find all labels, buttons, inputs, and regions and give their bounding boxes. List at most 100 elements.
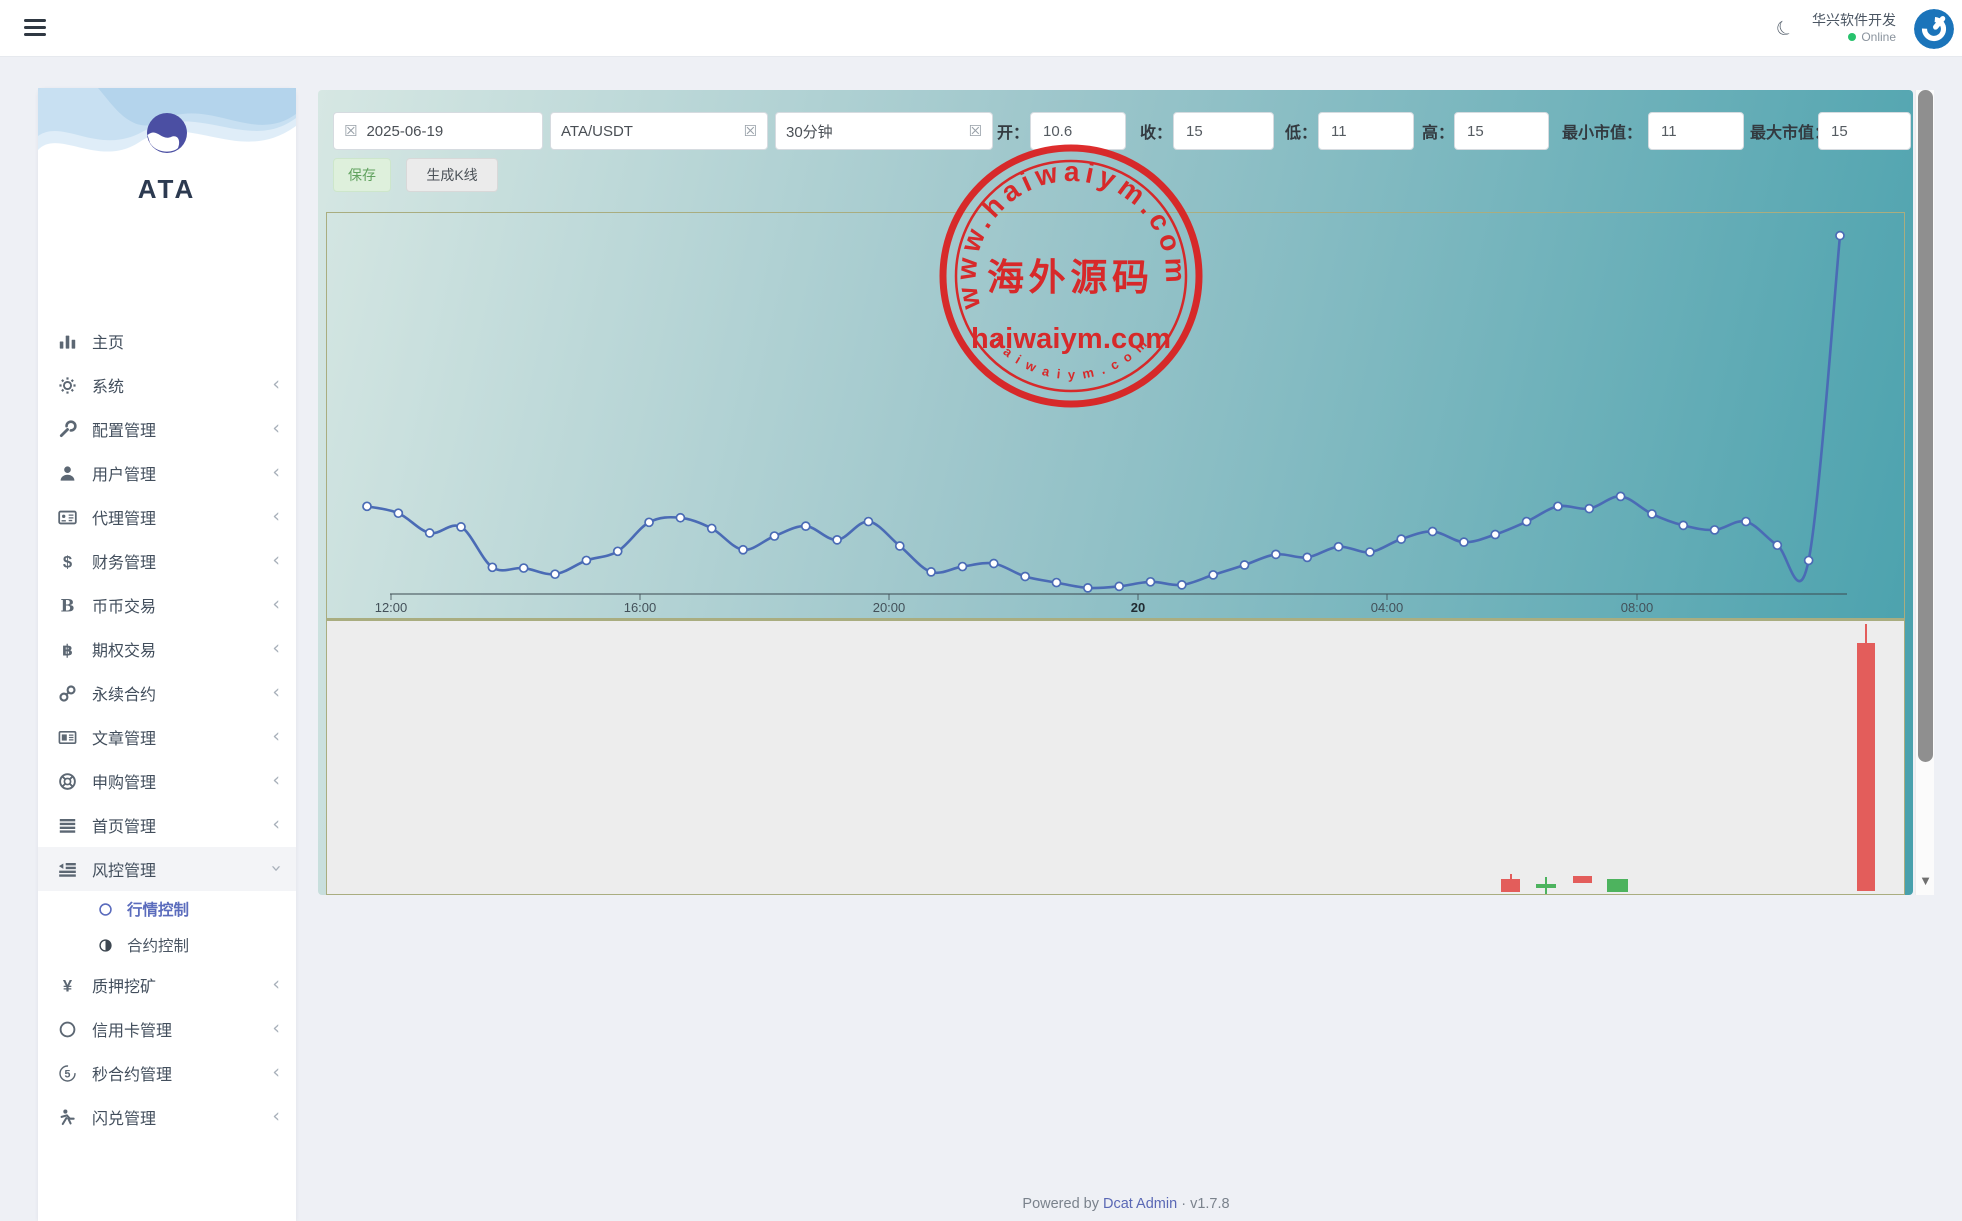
sidebar-item-home[interactable]: 主页 xyxy=(38,319,296,363)
user-name: 华兴软件开发 xyxy=(1812,12,1896,29)
chevron-left-icon: ‹ xyxy=(272,592,280,615)
sidebar-item-finance[interactable]: $ 财务管理 ‹ xyxy=(38,539,296,583)
data-point-marker xyxy=(988,558,999,569)
candle-wick xyxy=(1510,874,1512,880)
scrollbar-thumb[interactable] xyxy=(1918,90,1933,762)
sidebar-item-users[interactable]: 用户管理 ‹ xyxy=(38,451,296,495)
kline-control-panel: ☒ 2025-06-19 ATA/USDT ☒ 30分钟 ☒ 开： 收： 低： … xyxy=(318,90,1913,895)
sidebar-item-system[interactable]: 系统 ‹ xyxy=(38,363,296,407)
candle-bar xyxy=(1607,879,1628,892)
sidebar: ATA 主页 系统 ‹ 配置管理 ‹ 用户管理 ‹ 代理管理 ‹ $ 财务管理 ‹ B 币币交易 ‹ ฿ 期权交… xyxy=(38,88,296,1221)
sidebar-item-articles[interactable]: 文章管理 ‹ xyxy=(38,715,296,759)
high-input[interactable] xyxy=(1454,112,1549,150)
data-point-marker xyxy=(1803,555,1814,566)
sidebar-item-spot-trading[interactable]: B 币币交易 ‹ xyxy=(38,583,296,627)
sidebar-subitem-contract-control[interactable]: 合约控制 xyxy=(38,927,296,963)
chevron-left-icon: ‹ xyxy=(272,504,280,527)
circle-icon xyxy=(58,1020,77,1039)
data-point-marker xyxy=(1741,516,1751,527)
data-point-marker xyxy=(1145,576,1156,587)
pair-select[interactable]: ATA/USDT ☒ xyxy=(550,112,768,150)
sidebar-subitem-market-control[interactable]: 行情控制 xyxy=(38,891,296,927)
sidebar-item-label: 期权交易 xyxy=(92,643,157,660)
chevron-left-icon: ‹ xyxy=(272,812,280,835)
user-avatar[interactable] xyxy=(1914,8,1954,49)
data-point-marker xyxy=(1051,577,1062,588)
data-point-marker xyxy=(1302,552,1313,563)
sidebar-item-label: 配置管理 xyxy=(92,423,157,440)
dark-mode-moon-icon[interactable]: ☾ xyxy=(1771,13,1799,43)
sidebar-header: ATA xyxy=(38,88,296,238)
sidebar-item-label: 代理管理 xyxy=(92,511,157,528)
data-point-marker xyxy=(675,512,686,523)
sidebar-item-perpetual-contract[interactable]: 永续合约 ‹ xyxy=(38,671,296,715)
chevron-left-icon: ‹ xyxy=(272,1060,280,1083)
sidebar-item-subscription[interactable]: 申购管理 ‹ xyxy=(38,759,296,803)
sidebar-item-label: 币币交易 xyxy=(92,599,157,616)
sidebar-item-agents[interactable]: 代理管理 ‹ xyxy=(38,495,296,539)
generate-kline-button[interactable]: 生成K线 xyxy=(406,158,498,192)
chevron-left-icon: ‹ xyxy=(272,548,280,571)
data-point-marker xyxy=(581,555,592,566)
data-point-marker xyxy=(1553,501,1563,512)
yen-icon: ¥ xyxy=(58,976,77,995)
sidebar-item-pledge-mining[interactable]: ¥ 质押挖矿 ‹ xyxy=(38,963,296,1007)
kline-form: ☒ 2025-06-19 ATA/USDT ☒ 30分钟 ☒ 开： 收： 低： … xyxy=(318,112,1913,150)
sidebar-item-label: 风控管理 xyxy=(92,863,157,880)
sidebar-item-homepage[interactable]: 首页管理 ‹ xyxy=(38,803,296,847)
user-menu[interactable]: 华兴软件开发 Online xyxy=(1812,12,1896,45)
chevron-left-icon: ‹ xyxy=(272,636,280,659)
data-point-marker xyxy=(1772,540,1783,551)
close-input[interactable] xyxy=(1173,112,1274,150)
sidebar-item-flash-exchange[interactable]: 闪兑管理 ‹ xyxy=(38,1095,296,1139)
data-point-marker xyxy=(424,528,435,538)
sidebar-subitem-label: 行情控制 xyxy=(127,902,190,919)
footer: Powered by Dcat Admin · v1.7.8 xyxy=(318,1196,1934,1212)
date-picker[interactable]: ☒ 2025-06-19 xyxy=(333,112,543,150)
x-axis-label: 20 xyxy=(1131,600,1145,615)
x-axis-label: 12:00 xyxy=(375,600,408,615)
save-button[interactable]: 保存 xyxy=(333,158,391,192)
data-point-marker xyxy=(1521,516,1532,527)
min-cap-input[interactable] xyxy=(1648,112,1744,150)
data-point-marker xyxy=(1114,581,1125,592)
sidebar-item-label: 申购管理 xyxy=(92,775,157,792)
chevron-left-icon: ‹ xyxy=(272,416,280,439)
svg-text:5: 5 xyxy=(65,1068,71,1080)
max-cap-input[interactable] xyxy=(1818,112,1911,150)
data-point-marker xyxy=(456,522,466,532)
interval-select[interactable]: 30分钟 ☒ xyxy=(775,112,993,150)
sidebar-item-config[interactable]: 配置管理 ‹ xyxy=(38,407,296,451)
dcat-admin-link[interactable]: Dcat Admin xyxy=(1103,1196,1177,1212)
data-point-marker xyxy=(1365,547,1375,557)
caret-tofu-icon: ☒ xyxy=(743,123,757,140)
candle-wick xyxy=(1545,877,1547,894)
vertical-scrollbar: ▼ xyxy=(1915,90,1934,895)
circle-o-icon xyxy=(98,902,113,917)
data-point-marker xyxy=(894,541,905,551)
footer-powered-by: Powered by xyxy=(1022,1196,1099,1212)
sidebar-item-seconds-contract[interactable]: 5 秒合约管理 ‹ xyxy=(38,1051,296,1095)
candle-bar xyxy=(1573,876,1592,883)
data-point-marker xyxy=(1615,491,1626,502)
scrollbar-down-arrow-icon[interactable]: ▼ xyxy=(1916,874,1935,887)
data-point-marker xyxy=(644,517,654,528)
sidebar-item-credit-card[interactable]: 信用卡管理 ‹ xyxy=(38,1007,296,1051)
low-input[interactable] xyxy=(1318,112,1414,150)
data-point-marker xyxy=(863,516,874,527)
data-point-marker xyxy=(362,501,372,512)
sidebar-item-label: 财务管理 xyxy=(92,555,157,572)
sidebar-item-label: 系统 xyxy=(92,379,125,396)
sidebar-item-risk-control[interactable]: 风控管理 ‹ xyxy=(38,847,296,891)
candle-volume-panel xyxy=(327,618,1904,894)
dollar-icon: $ xyxy=(58,552,77,571)
sidebar-item-options-trading[interactable]: ฿ 期权交易 ‹ xyxy=(38,627,296,671)
price-line-chart: 12:00 16:00 20:00 20 04:00 08:00 xyxy=(362,230,1847,615)
user-icon xyxy=(58,464,77,483)
open-input[interactable] xyxy=(1030,112,1126,150)
hamburger-menu-icon[interactable] xyxy=(24,19,46,37)
data-point-marker xyxy=(1647,509,1657,519)
b-icon: B xyxy=(58,596,77,615)
top-navbar: ☾ 华兴软件开发 Online xyxy=(0,0,1962,57)
data-point-marker xyxy=(1835,230,1845,241)
